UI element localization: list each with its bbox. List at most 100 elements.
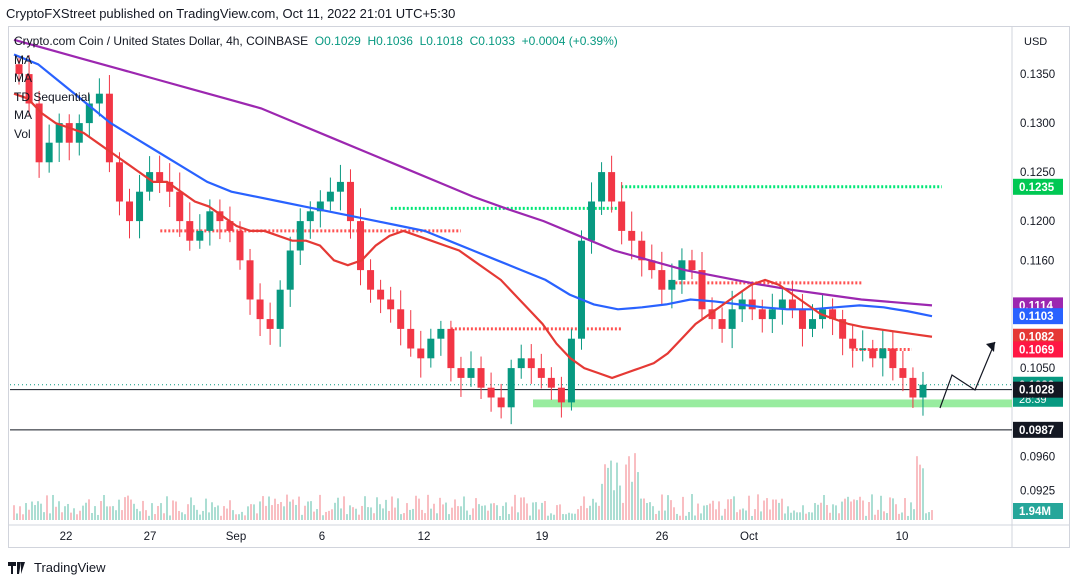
x-tick-label: 27	[144, 531, 157, 543]
footer-brand-label: TradingView	[34, 560, 106, 575]
projection-arrow-line	[939, 341, 996, 409]
candle-body	[668, 279, 676, 290]
candle-body	[798, 309, 806, 329]
candle-body	[326, 191, 334, 202]
axis-currency-label: USD	[1024, 36, 1047, 48]
x-tick-label: 19	[536, 531, 549, 543]
candle-body	[437, 328, 445, 339]
candle-body	[557, 387, 565, 403]
legend-indicator-ma-2[interactable]: MA	[14, 69, 618, 88]
candle-body	[136, 191, 144, 222]
candle-body	[849, 338, 857, 349]
candle-body	[688, 260, 696, 271]
candle-body	[698, 270, 706, 310]
y-tick-label: 0.1160	[1020, 255, 1054, 267]
legend: Crypto.com Coin / United States Dollar, …	[14, 32, 618, 143]
x-tick-label: 22	[60, 531, 73, 543]
candle-body	[879, 348, 887, 359]
candle-body	[206, 211, 214, 231]
candle-body	[869, 348, 877, 359]
candle-body	[748, 299, 756, 310]
candle-body	[768, 309, 776, 320]
candle-body	[718, 319, 726, 329]
candle-body	[336, 181, 344, 192]
candle-body	[808, 319, 816, 329]
candle-body	[909, 377, 917, 398]
price-label-text: 1.94M	[1019, 506, 1051, 518]
y-tick-label: 0.1050	[1020, 363, 1055, 375]
candle-body	[497, 397, 505, 408]
candle-body	[306, 211, 314, 222]
candle-body	[427, 338, 435, 359]
legend-close: C0.1033	[469, 34, 515, 48]
candle-body	[296, 221, 304, 251]
candle-body	[588, 201, 596, 241]
projection-arrow-head	[986, 342, 995, 352]
legend-low: L0.1018	[419, 34, 463, 48]
legend-indicator-td-sequential[interactable]: TD Sequential	[14, 88, 618, 107]
candle-body	[899, 368, 907, 378]
legend-symbol-row: Crypto.com Coin / United States Dollar, …	[14, 32, 618, 51]
candle-body	[547, 377, 555, 388]
candle-body	[407, 328, 415, 349]
footer-brand[interactable]: TradingView	[8, 560, 106, 575]
candle-body	[45, 142, 53, 163]
candle-body	[367, 270, 375, 290]
y-tick-label: 0.1200	[1020, 216, 1055, 228]
candle-body	[457, 368, 465, 378]
candle-body	[467, 368, 475, 378]
x-tick-label: Sep	[226, 531, 246, 543]
candle-body	[577, 240, 585, 339]
candle-body	[527, 358, 535, 369]
y-tick-label: 0.1250	[1020, 167, 1055, 179]
legend-indicator-ma-1[interactable]: MA	[14, 51, 618, 70]
candle-body	[236, 230, 244, 261]
candle-body	[859, 348, 867, 350]
price-label-text: 0.1069	[1019, 344, 1054, 356]
legend-change: +0.0004 (+0.39%)	[521, 34, 618, 48]
legend-indicator-vol[interactable]: Vol	[14, 125, 618, 144]
candle-body	[658, 270, 666, 290]
candle-body	[397, 309, 405, 329]
tradingview-logo-icon	[8, 561, 28, 574]
y-tick-label: 0.0960	[1020, 451, 1055, 463]
candle-body	[156, 172, 164, 182]
legend-indicator-ma-3[interactable]: MA	[14, 106, 618, 125]
x-tick-label: 6	[319, 531, 325, 543]
candle-body	[618, 201, 626, 231]
price-label-text: 0.1103	[1019, 311, 1054, 323]
x-tick-label: 12	[418, 531, 431, 543]
candle-body	[608, 172, 616, 202]
legend-open: O0.1029	[314, 34, 361, 48]
price-label-text: 0.1235	[1019, 182, 1055, 194]
candle-body	[176, 191, 184, 222]
price-label-text: 0.1028	[1019, 385, 1055, 397]
candle-body	[447, 328, 455, 369]
candle-body	[889, 348, 897, 369]
candle-body	[276, 289, 284, 329]
x-tick-label: 26	[656, 531, 669, 543]
candle-body	[477, 368, 485, 388]
legend-high: H0.1036	[367, 34, 413, 48]
candle-body	[387, 299, 395, 310]
candle-body	[246, 260, 254, 300]
candle-body	[788, 299, 796, 310]
candle-body	[517, 358, 525, 369]
candle-body	[186, 221, 194, 241]
candle-body	[256, 299, 264, 320]
price-label-text: 0.0987	[1019, 425, 1054, 437]
y-tick-label: 0.0925	[1020, 486, 1055, 498]
candle-body	[919, 384, 927, 398]
candle-body	[728, 309, 736, 329]
candle-body	[567, 338, 575, 403]
candle-body	[377, 289, 385, 300]
candle-body	[758, 309, 766, 320]
y-tick-label: 0.1300	[1020, 118, 1055, 130]
legend-symbol[interactable]: Crypto.com Coin / United States Dollar, …	[14, 34, 308, 48]
candle-body	[628, 230, 636, 241]
x-tick-label: 10	[896, 531, 909, 543]
x-tick-label: Oct	[740, 531, 759, 543]
candle-body	[115, 162, 123, 202]
candle-body	[537, 368, 545, 378]
candle-body	[507, 368, 515, 408]
